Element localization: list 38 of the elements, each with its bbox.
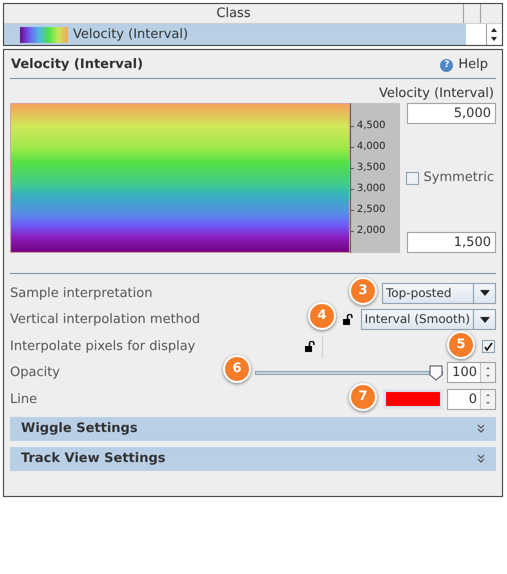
gradient-swatch [20,26,68,42]
max-field[interactable]: 5,000 [407,103,496,124]
setting-label: Opacity [10,364,60,382]
color-swatch[interactable] [383,389,443,410]
setting-label: Sample interpretation [10,284,152,302]
section-header[interactable]: Wiggle Settings [10,416,496,440]
panel-title: Velocity (Interval) [10,56,144,74]
number-spinner[interactable]: 100 [447,362,496,384]
symmetric-checkbox[interactable]: Symmetric [406,168,496,188]
dropdown[interactable]: Top-posted [382,282,496,304]
column-header: Class [215,4,252,23]
interpolate-checkbox[interactable] [482,340,495,353]
chevron-icon [477,454,485,463]
slider-thumb[interactable] [429,364,443,381]
tick-label: 3,000 [356,183,386,195]
chevron-icon [477,424,485,433]
lock-icon[interactable] [342,314,353,326]
help-button[interactable]: ? Help [440,55,496,75]
table-row[interactable]: Velocity (Interval) [4,24,466,45]
number-spinner[interactable]: 0 [447,388,496,410]
dropdown[interactable]: Interval (Smooth) [360,309,496,330]
opacity-slider[interactable] [255,364,443,381]
setting-label: Vertical interpolation method [10,311,200,329]
tick-label: 2,000 [356,225,386,237]
min-field[interactable]: 1,500 [407,232,496,253]
row-label: Velocity (Interval) [73,26,188,44]
tick-label: 4,500 [356,120,386,132]
caret-icon [480,316,490,323]
tick-label: 3,500 [356,162,386,174]
setting-label: Line [10,390,38,408]
caret-icon [480,290,490,296]
lock-icon[interactable] [305,341,315,352]
tick-label: 2,500 [356,204,386,216]
setting-label: Interpolate pixels for display [10,338,196,356]
scale-label: Velocity (Interval) [378,85,495,101]
help-icon: ? [440,58,454,72]
section-header[interactable]: Track View Settings [10,446,496,470]
tick-label: 4,000 [356,141,386,153]
